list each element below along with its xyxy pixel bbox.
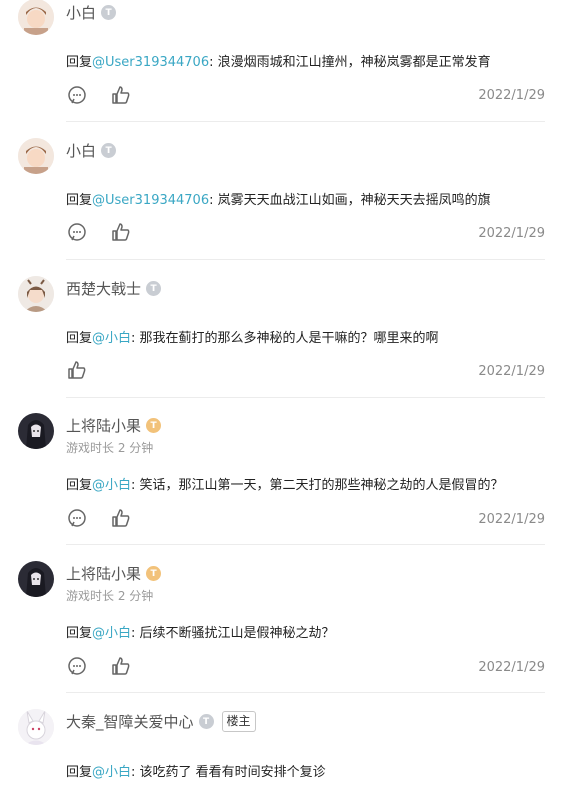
avatar[interactable] [18,0,54,35]
author-name[interactable]: 上将陆小果 T [66,415,162,436]
author-name-text[interactable]: 大秦_智障关爱中心 [66,711,194,732]
comment-actions [66,655,132,677]
divider [66,397,545,398]
comment-body: : 该吃药了 看看有时间安排个复诊 [131,765,326,780]
comment-actions [66,84,132,106]
reply-prefix: 回复 [66,331,93,346]
reply-prefix: 回复 [66,193,93,208]
author-name[interactable]: 上将陆小果 T [66,563,162,584]
mention-link[interactable]: @小白 [92,331,131,346]
playtime-text: 游戏时长 2 分钟 [66,589,154,603]
like-icon[interactable] [66,359,88,381]
thread-owner-badge: 楼主 [221,711,256,732]
author-name[interactable]: 大秦_智障关爱中心 T 楼主 [66,711,256,732]
comment-body: : 浪漫烟雨城和江山撞州，神秘岚雾都是正常发育 [209,55,491,70]
divider [66,121,545,122]
like-icon[interactable] [110,84,132,106]
reply-icon[interactable] [66,84,88,106]
like-icon[interactable] [110,655,132,677]
mention-link[interactable]: @User319344706 [92,193,209,208]
comment-text: 回复@User319344706: 浪漫烟雨城和江山撞州，神秘岚雾都是正常发育 [66,51,491,70]
comment-text: 回复@小白: 那我在蓟打的那么多神秘的人是干嘛的？哪里来的啊 [66,327,439,346]
reply-prefix: 回复 [66,626,93,641]
author-name-text[interactable]: 上将陆小果 [66,563,141,584]
mention-link[interactable]: @小白 [92,478,131,493]
comment-date: 2022/1/29 [478,88,545,103]
playtime-text: 游戏时长 2 分钟 [66,441,154,455]
divider [66,544,545,545]
comment-actions [66,359,88,381]
level-badge-icon: T [146,418,162,433]
author-name-text[interactable]: 小白 [66,140,96,161]
mention-link[interactable]: @小白 [92,765,131,780]
comment-date: 2022/1/29 [478,226,545,241]
like-icon[interactable] [110,221,132,243]
level-badge-icon: T [146,281,162,296]
mention-link[interactable]: @小白 [92,626,131,641]
comment-date: 2022/1/29 [478,364,545,379]
comment-actions [66,221,132,243]
like-icon[interactable] [110,507,132,529]
comment-text: 回复@小白: 后续不断骚扰江山是假神秘之劫？ [66,622,335,641]
level-badge-icon: T [198,714,214,729]
reply-icon[interactable] [66,221,88,243]
divider [66,259,545,260]
comment-text: 回复@小白: 笑话，那江山第一天，第二天打的那些神秘之劫的人是假冒的？ [66,474,504,493]
comment-text: 回复@User319344706: 岚雾天天血战江山如画，神秘天天去摇凤鸣的旗 [66,189,491,208]
level-badge-icon: T [101,5,117,20]
comment-date: 2022/1/29 [478,660,545,675]
author-name[interactable]: 小白 T [66,2,117,23]
avatar[interactable] [18,413,54,449]
comment-body: : 后续不断骚扰江山是假神秘之劫？ [131,626,335,641]
avatar[interactable] [18,138,54,174]
author-name-text[interactable]: 上将陆小果 [66,415,141,436]
comment-text: 回复@小白: 该吃药了 看看有时间安排个复诊 [66,761,326,780]
mention-link[interactable]: @User319344706 [92,55,209,70]
comment-date: 2022/1/29 [478,512,545,527]
comment-actions [66,507,132,529]
reply-icon[interactable] [66,655,88,677]
comment-body: : 那我在蓟打的那么多神秘的人是干嘛的？哪里来的啊 [131,331,439,346]
level-badge-icon: T [146,566,162,581]
author-name-text[interactable]: 西楚大戟士 [66,278,141,299]
reply-prefix: 回复 [66,765,93,780]
reply-prefix: 回复 [66,478,93,493]
reply-icon[interactable] [66,507,88,529]
comment-body: : 笑话，那江山第一天，第二天打的那些神秘之劫的人是假冒的？ [131,478,504,493]
divider [66,692,545,693]
author-name[interactable]: 小白 T [66,140,117,161]
author-name[interactable]: 西楚大戟士 T [66,278,162,299]
author-name-text[interactable]: 小白 [66,2,96,23]
avatar[interactable] [18,276,54,312]
level-badge-icon: T [101,143,117,158]
avatar[interactable] [18,561,54,597]
avatar[interactable] [18,709,54,745]
comment-body: : 岚雾天天血战江山如画，神秘天天去摇凤鸣的旗 [209,193,491,208]
reply-prefix: 回复 [66,55,93,70]
